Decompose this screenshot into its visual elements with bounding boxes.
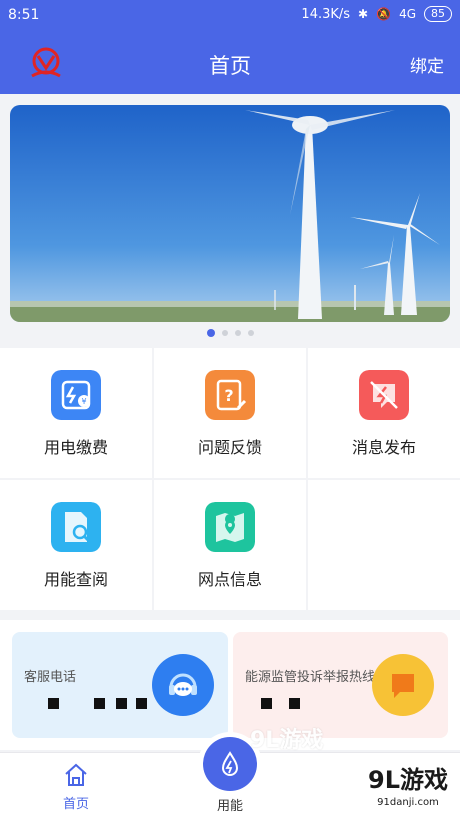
headset-chat-icon[interactable] — [152, 654, 214, 716]
mute-icon: 🔕 — [376, 7, 392, 21]
service-grid: ¥ 用电缴费 ? 问题反馈 消息发布 用能查阅 网点信息 — [0, 348, 460, 610]
watermark-brand: 9L游戏 — [368, 766, 448, 794]
network-speed: 14.3K/s — [301, 6, 351, 22]
carousel-dot[interactable] — [234, 330, 241, 336]
carousel-dots — [0, 329, 460, 337]
hotline-label: 客服电话 — [24, 670, 77, 685]
network-type: 4G — [399, 7, 416, 21]
status-bar: 8:51 14.3K/s ✱ 🔕 4G 85 — [0, 0, 460, 30]
map-pin-icon — [205, 502, 255, 552]
feedback-icon: ? — [205, 370, 255, 420]
banner-carousel[interactable] — [10, 105, 450, 322]
redacted-phone-digit — [261, 698, 272, 709]
status-right: 14.3K/s ✱ 🔕 4G 85 — [301, 6, 452, 22]
page-title: 首页 — [209, 54, 251, 78]
menu-item-bill-payment[interactable]: ¥ 用电缴费 — [0, 348, 152, 478]
menu-item-messages[interactable]: 消息发布 — [308, 348, 460, 478]
message-icon — [359, 370, 409, 420]
svg-text:?: ? — [224, 386, 233, 405]
tab-label: 用能 — [216, 799, 243, 814]
menu-item-label: 网点信息 — [197, 570, 262, 589]
redacted-phone-digit — [48, 698, 59, 709]
power-bill-icon: ¥ — [51, 370, 101, 420]
watermark-site: 91danji.com — [377, 797, 439, 808]
wind-turbine-banner-image — [10, 105, 450, 322]
menu-item-feedback[interactable]: ? 问题反馈 — [154, 348, 306, 478]
redacted-phone-digit — [289, 698, 300, 709]
menu-item-label: 消息发布 — [351, 438, 416, 457]
energy-lookup-icon — [51, 502, 101, 552]
menu-item-empty — [308, 480, 460, 610]
carousel-dot[interactable] — [221, 330, 228, 336]
hotline-label: 能源监管投诉举报热线 — [245, 670, 376, 685]
menu-item-label: 问题反馈 — [197, 438, 262, 457]
watermark-corner: 9L游戏 91danji.com — [368, 760, 448, 808]
hotline-section: 客服电话 能源监管投诉举报热线 — [0, 620, 460, 750]
redacted-phone-digit — [136, 698, 147, 709]
menu-item-outlets[interactable]: 网点信息 — [154, 480, 306, 610]
bluetooth-icon: ✱ — [358, 7, 369, 21]
menu-item-label: 用能查阅 — [43, 570, 108, 589]
carousel-dot[interactable] — [247, 330, 254, 336]
tab-home[interactable]: 首页 — [46, 761, 106, 812]
menu-item-label: 用电缴费 — [43, 438, 108, 457]
tab-label: 首页 — [62, 797, 89, 812]
watermark-overlay: 9L游戏 — [250, 728, 324, 753]
redacted-phone-digit — [116, 698, 127, 709]
menu-item-energy-lookup[interactable]: 用能查阅 — [0, 480, 152, 610]
customer-service-card[interactable]: 客服电话 — [12, 632, 228, 738]
app-header: 8:51 14.3K/s ✱ 🔕 4G 85 首页 绑定 — [0, 0, 460, 94]
svg-text:¥: ¥ — [81, 397, 86, 406]
redacted-phone-digit — [94, 698, 105, 709]
carousel-dot[interactable] — [206, 329, 215, 337]
bind-button[interactable]: 绑定 — [410, 52, 444, 77]
home-icon — [65, 763, 87, 786]
status-time: 8:51 — [8, 7, 40, 23]
battery-level: 85 — [424, 6, 452, 22]
energy-drop-icon — [203, 737, 257, 791]
chat-bubble-icon[interactable] — [372, 654, 434, 716]
